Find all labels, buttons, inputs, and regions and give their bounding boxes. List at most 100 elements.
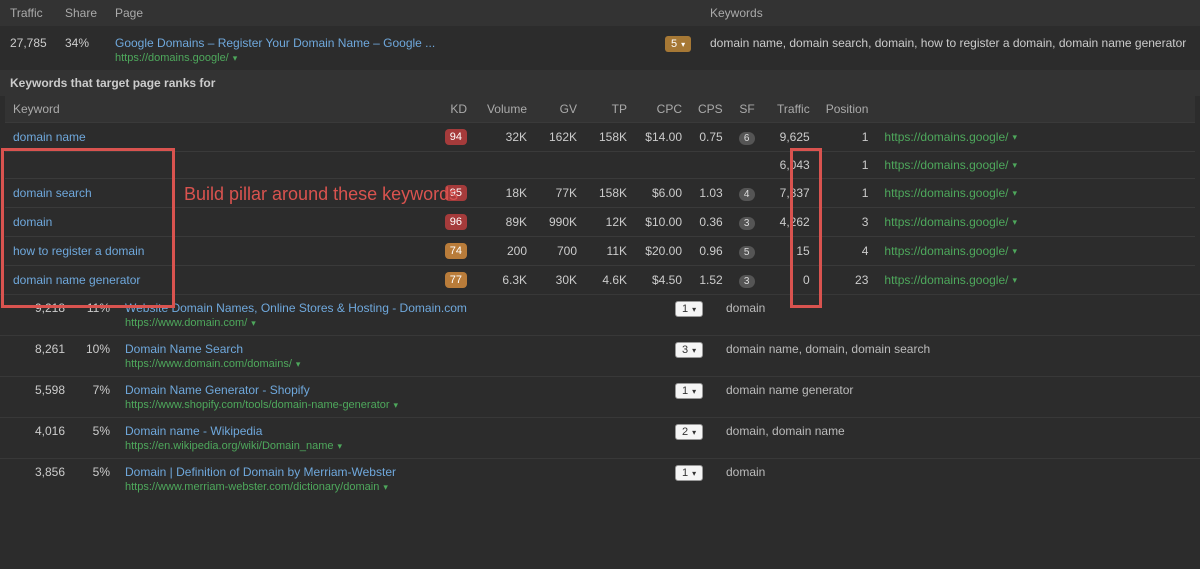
result-title-link[interactable]: Website Domain Names, Online Stores & Ho… — [125, 301, 675, 315]
result-traffic: 3,856 — [20, 465, 75, 479]
top-keywords-list: domain name, domain search, domain, how … — [710, 36, 1190, 50]
result-title-link[interactable]: Domain name - Wikipedia — [125, 424, 675, 438]
sf-badge: 5 — [739, 246, 755, 259]
result-url-link[interactable]: https://domains.google/ — [884, 244, 1008, 258]
result-url-link[interactable]: https://www.domain.com/ — [125, 317, 247, 329]
cell-volume: 6.3K — [475, 266, 535, 295]
result-row: 5,598 7% Domain Name Generator - Shopify… — [0, 376, 1200, 417]
result-url-link[interactable]: https://domains.google/ — [884, 273, 1008, 287]
result-share: 5% — [75, 424, 125, 438]
keyword-count-badge[interactable]: 3▾ — [675, 342, 703, 358]
col-sf[interactable]: SF — [731, 96, 763, 123]
cell-tp: 158K — [585, 179, 635, 208]
result-traffic: 8,261 — [20, 342, 75, 356]
cell-cpc — [635, 152, 690, 179]
cell-volume: 89K — [475, 208, 535, 237]
cell-gv: 990K — [535, 208, 585, 237]
col-volume[interactable]: Volume — [475, 96, 535, 123]
col-keyword[interactable]: Keyword — [5, 96, 285, 123]
result-url-link[interactable]: https://www.domain.com/domains/ — [125, 358, 292, 370]
caret-down-icon[interactable]: ▾ — [394, 400, 399, 411]
keyword-row: 6,043 1 https://domains.google/ ▾ — [5, 152, 1195, 179]
cell-cps: 0.75 — [690, 123, 731, 152]
cell-position: 23 — [818, 266, 877, 295]
result-url-link[interactable]: https://domains.google/ — [884, 158, 1008, 172]
result-url-link[interactable]: https://www.merriam-webster.com/dictiona… — [125, 481, 379, 493]
cell-gv — [535, 152, 585, 179]
sf-badge: 3 — [739, 217, 755, 230]
cell-gv: 700 — [535, 237, 585, 266]
result-url-link[interactable]: https://domains.google/ — [884, 186, 1008, 200]
cell-gv: 30K — [535, 266, 585, 295]
annotation-box-position — [790, 148, 822, 308]
result-url-link[interactable]: https://www.shopify.com/tools/domain-nam… — [125, 399, 390, 411]
cell-gv: 77K — [535, 179, 585, 208]
col-cps[interactable]: CPS — [690, 96, 731, 123]
result-title-link[interactable]: Domain Name Search — [125, 342, 675, 356]
col-traffic[interactable]: Traffic — [763, 96, 818, 123]
cell-position: 1 — [818, 123, 877, 152]
cell-cpc: $6.00 — [635, 179, 690, 208]
kd-badge: 94 — [445, 129, 467, 145]
cell-cpc: $4.50 — [635, 266, 690, 295]
result-title-link[interactable]: Domain | Definition of Domain by Merriam… — [125, 465, 675, 479]
cell-cps: 1.52 — [690, 266, 731, 295]
cell-tp: 12K — [585, 208, 635, 237]
header-keywords: Keywords — [710, 6, 1190, 20]
result-keywords: domain name generator — [720, 383, 1180, 397]
caret-down-icon[interactable]: ▾ — [251, 318, 256, 329]
caret-down-icon[interactable]: ▾ — [338, 441, 343, 452]
cell-volume: 32K — [475, 123, 535, 152]
keyword-count-badge[interactable]: 1▾ — [675, 301, 703, 317]
header-traffic: Traffic — [10, 6, 65, 20]
keyword-count-badge[interactable]: 1▾ — [675, 383, 703, 399]
cell-position: 1 — [818, 179, 877, 208]
keyword-link[interactable]: domain name — [13, 130, 86, 144]
cell-cpc: $10.00 — [635, 208, 690, 237]
cell-cps: 0.96 — [690, 237, 731, 266]
caret-down-icon[interactable]: ▾ — [296, 359, 301, 370]
cell-volume — [475, 152, 535, 179]
caret-down-icon[interactable]: ▾ — [1012, 188, 1017, 199]
cell-tp — [585, 152, 635, 179]
caret-down-icon[interactable]: ▾ — [1012, 160, 1017, 171]
keyword-row: domain name 94 32K 162K 158K $14.00 0.75… — [5, 123, 1195, 152]
result-url-link[interactable]: https://domains.google/ — [884, 130, 1008, 144]
result-keywords: domain — [720, 301, 1180, 315]
caret-down-icon: ▾ — [692, 469, 696, 478]
result-url-link[interactable]: https://domains.google/ — [884, 215, 1008, 229]
col-kd[interactable]: KD — [285, 96, 475, 123]
keyword-row: how to register a domain 74 200 700 11K … — [5, 237, 1195, 266]
result-row: 8,261 10% Domain Name Search https://www… — [0, 335, 1200, 376]
keyword-count-badge[interactable]: 1▾ — [675, 465, 703, 481]
caret-down-icon: ▾ — [692, 428, 696, 437]
cell-volume: 200 — [475, 237, 535, 266]
result-keywords: domain — [720, 465, 1180, 479]
caret-down-icon: ▾ — [692, 305, 696, 314]
col-gv[interactable]: GV — [535, 96, 585, 123]
caret-down-icon[interactable]: ▾ — [1012, 246, 1017, 257]
top-page-url-link[interactable]: https://domains.google/ — [115, 52, 229, 64]
col-position[interactable]: Position — [818, 96, 877, 123]
cell-tp: 158K — [585, 123, 635, 152]
result-url-link[interactable]: https://en.wikipedia.org/wiki/Domain_nam… — [125, 440, 334, 452]
caret-down-icon[interactable]: ▾ — [233, 53, 238, 64]
cell-volume: 18K — [475, 179, 535, 208]
caret-down-icon[interactable]: ▾ — [1012, 275, 1017, 286]
cell-position: 3 — [818, 208, 877, 237]
col-cpc[interactable]: CPC — [635, 96, 690, 123]
result-share: 7% — [75, 383, 125, 397]
keyword-count-badge[interactable]: 5 ▾ — [665, 36, 691, 52]
col-tp[interactable]: TP — [585, 96, 635, 123]
top-page-title-link[interactable]: Google Domains – Register Your Domain Na… — [115, 36, 655, 50]
caret-down-icon[interactable]: ▾ — [383, 482, 388, 493]
caret-down-icon[interactable]: ▾ — [1012, 132, 1017, 143]
cell-cps — [690, 152, 731, 179]
kd-badge: 74 — [445, 243, 467, 259]
caret-down-icon[interactable]: ▾ — [1012, 217, 1017, 228]
cell-tp: 11K — [585, 237, 635, 266]
result-title-link[interactable]: Domain Name Generator - Shopify — [125, 383, 675, 397]
result-share: 5% — [75, 465, 125, 479]
keyword-count-badge[interactable]: 2▾ — [675, 424, 703, 440]
caret-down-icon: ▾ — [692, 387, 696, 396]
